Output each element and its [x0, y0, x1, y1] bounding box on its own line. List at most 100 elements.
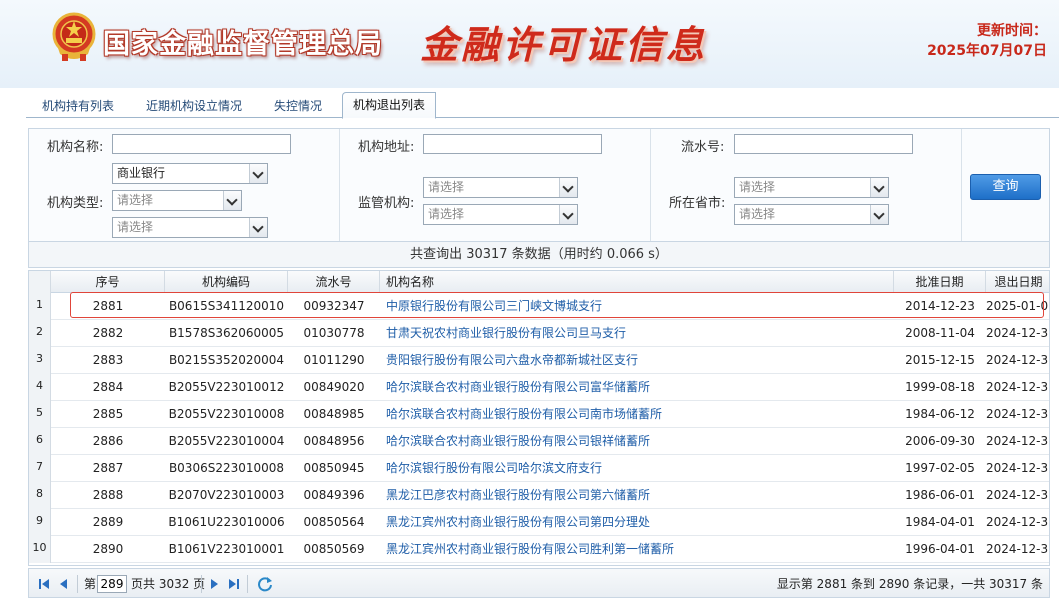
cell-institution-name[interactable]: 黑龙江宾州农村商业银行股份有限公司胜利第一储蓄所 [386, 536, 891, 563]
cell-seq: 2885 [92, 407, 124, 421]
col-header-seq[interactable]: 序号 [51, 271, 165, 293]
cell-exit-date: 2024-12-31 [986, 515, 1050, 529]
cell-institution-name[interactable]: 哈尔滨联合农村商业银行股份有限公司银祥储蓄所 [386, 428, 891, 455]
cell-serial: 00848956 [303, 434, 365, 448]
select-placeholder: 请选择 [117, 220, 154, 234]
cell-institution-name[interactable]: 黑龙江巴彦农村商业银行股份有限公司第六储蓄所 [386, 482, 891, 509]
cell-serial: 00848985 [303, 407, 365, 421]
institution-type-sub2-select[interactable]: 请选择 [112, 217, 268, 238]
table-row[interactable]: 8 2888 B2070V223010003 00849396 黑龙江巴彦农村商业银行股… [29, 482, 1050, 509]
cell-seq: 2888 [92, 488, 124, 502]
chevron-down-icon [559, 205, 577, 224]
col-header-code[interactable]: 机构编码 [165, 271, 288, 293]
pagination-info: 显示第 2881 条到 2890 条记录，一共 30317 条 [776, 577, 1043, 591]
row-number: 5 [29, 401, 51, 428]
institution-address-input[interactable] [423, 134, 602, 154]
cell-approve-date: 2015-12-15 [905, 353, 975, 367]
table-row[interactable]: 4 2884 B2055V223010012 00849020 哈尔滨联合农村商业银行股… [29, 374, 1049, 401]
cell-code: B0306S223010008 [168, 461, 285, 475]
cell-code: B2055V223010008 [168, 407, 285, 421]
cell-code: B2070V223010003 [168, 488, 285, 502]
cell-exit-date: 2024-12-31 [986, 326, 1050, 340]
cell-seq: 2882 [92, 326, 124, 340]
tab-holding-list[interactable]: 机构持有列表 [42, 96, 114, 118]
query-button[interactable]: 查询 [970, 174, 1041, 200]
row-number: 4 [29, 374, 51, 401]
serial-number-input[interactable] [734, 134, 913, 154]
institution-type-select[interactable]: 商业银行 [112, 163, 268, 184]
row-number: 7 [29, 455, 51, 482]
tab-out-of-control[interactable]: 失控情况 [274, 96, 322, 118]
province-label: 所在省市: [669, 196, 726, 211]
regulator-label: 监管机构: [358, 196, 415, 211]
row-number: 3 [29, 347, 51, 374]
cell-exit-date: 2024-12-31 [986, 488, 1050, 502]
regulator-sub-select[interactable]: 请选择 [423, 204, 578, 225]
cell-code: B0615S341120010 [168, 299, 285, 313]
cell-institution-name[interactable]: 中原银行股份有限公司三门峡文博城支行 [386, 293, 891, 320]
cell-serial: 00850569 [303, 542, 365, 556]
cell-exit-date: 2024-12-31 [986, 353, 1050, 367]
city-select[interactable]: 请选择 [734, 204, 889, 225]
pager-divider [201, 575, 202, 593]
pagination-bar: 第 页共 3032 页 显示第 2881 条到 2890 条记录，一共 3031… [28, 568, 1050, 598]
table-row[interactable]: 5 2885 B2055V223010008 00848985 哈尔滨联合农村商业银行股… [29, 401, 1049, 428]
row-number: 6 [29, 428, 51, 455]
province-select[interactable]: 请选择 [734, 177, 889, 198]
cell-institution-name[interactable]: 甘肃天祝农村商业银行股份有限公司旦马支行 [386, 320, 891, 347]
table-row[interactable]: 7 2887 B0306S223010008 00850945 哈尔滨银行股份有限公司哈… [29, 455, 1050, 482]
tab-exit-list[interactable]: 机构退出列表 [342, 92, 437, 119]
table-row[interactable]: 1 2881 B0615S341120010 00932347 中原银行股份有限公司三门… [29, 293, 1050, 320]
cell-serial: 00849020 [303, 380, 365, 394]
institution-type-sub-select[interactable]: 请选择 [112, 190, 242, 211]
table-row[interactable]: 9 2889 B1061U223010006 00850564 黑龙江宾州农村商业银行股… [29, 509, 1050, 536]
last-page-icon[interactable] [227, 577, 241, 591]
cell-institution-name[interactable]: 哈尔滨联合农村商业银行股份有限公司富华储蓄所 [386, 374, 891, 401]
tab-bar: 机构持有列表 近期机构设立情况 失控情况 机构退出列表 [26, 90, 1059, 119]
update-time-value: 2025年07月07日 [927, 43, 1047, 59]
page-number-input[interactable] [97, 575, 127, 593]
chevron-down-icon [249, 218, 267, 237]
select-placeholder: 请选择 [428, 207, 465, 221]
search-form: 机构名称: 机构地址: 流水号: 机构类型: 商业银行 请选择 请选择 监管机构… [28, 128, 1050, 242]
row-number: 9 [29, 509, 51, 536]
tab-recent-establishment[interactable]: 近期机构设立情况 [146, 96, 242, 118]
cell-exit-date: 2024-12-31 [986, 461, 1050, 475]
col-header-serial[interactable]: 流水号 [288, 271, 380, 293]
col-header-name[interactable]: 机构名称 [380, 271, 894, 293]
institution-name-input[interactable] [112, 134, 291, 154]
prev-page-icon[interactable] [57, 577, 71, 591]
cell-serial: 00850564 [303, 515, 365, 529]
select-placeholder: 请选择 [739, 180, 776, 194]
refresh-icon[interactable] [257, 576, 273, 592]
cell-institution-name[interactable]: 哈尔滨银行股份有限公司哈尔滨文府支行 [386, 455, 891, 482]
cell-exit-date: 2025-01-02 [986, 299, 1050, 313]
cell-institution-name[interactable]: 哈尔滨联合农村商业银行股份有限公司南市场储蓄所 [386, 401, 891, 428]
cell-approve-date: 1997-02-05 [905, 461, 975, 475]
cell-approve-date: 1999-08-18 [905, 380, 975, 394]
cell-institution-name[interactable]: 黑龙江宾州农村商业银行股份有限公司第四分理处 [386, 509, 891, 536]
cell-code: B1061U223010006 [168, 515, 285, 529]
col-header-exit-date[interactable]: 退出日期 [986, 271, 1049, 293]
table-row[interactable]: 6 2886 B2055V223010004 00848956 哈尔滨联合农村商业银行股… [29, 428, 1049, 455]
cell-code: B1578S362060005 [168, 326, 285, 340]
cell-serial: 00850945 [303, 461, 365, 475]
cell-institution-name[interactable]: 贵阳银行股份有限公司六盘水帝都新城社区支行 [386, 347, 891, 374]
table-row[interactable]: 2 2882 B1578S362060005 01030778 甘肃天祝农村商业银行股份… [29, 320, 1050, 347]
cell-code: B2055V223010012 [168, 380, 285, 394]
cell-serial: 00849396 [303, 488, 365, 502]
cell-approve-date: 2008-11-04 [905, 326, 975, 340]
institution-address-label: 机构地址: [358, 140, 415, 155]
next-page-icon[interactable] [207, 577, 221, 591]
cell-serial: 01011290 [303, 353, 365, 367]
cell-seq: 2881 [92, 299, 124, 313]
regulator-select[interactable]: 请选择 [423, 177, 578, 198]
col-header-approve-date[interactable]: 批准日期 [894, 271, 986, 293]
serial-number-label: 流水号: [681, 140, 725, 155]
first-page-icon[interactable] [37, 577, 51, 591]
table-row[interactable]: 3 2883 B0215S352020004 01011290 贵阳银行股份有限公司六盘… [29, 347, 1050, 374]
table-row[interactable]: 10 2890 B1061V223010001 00850569 黑龙江宾州农村商业银行… [29, 536, 1049, 563]
system-title: 金融许可证信息 [420, 22, 708, 67]
cell-seq: 2887 [92, 461, 124, 475]
pager-divider [247, 575, 248, 593]
